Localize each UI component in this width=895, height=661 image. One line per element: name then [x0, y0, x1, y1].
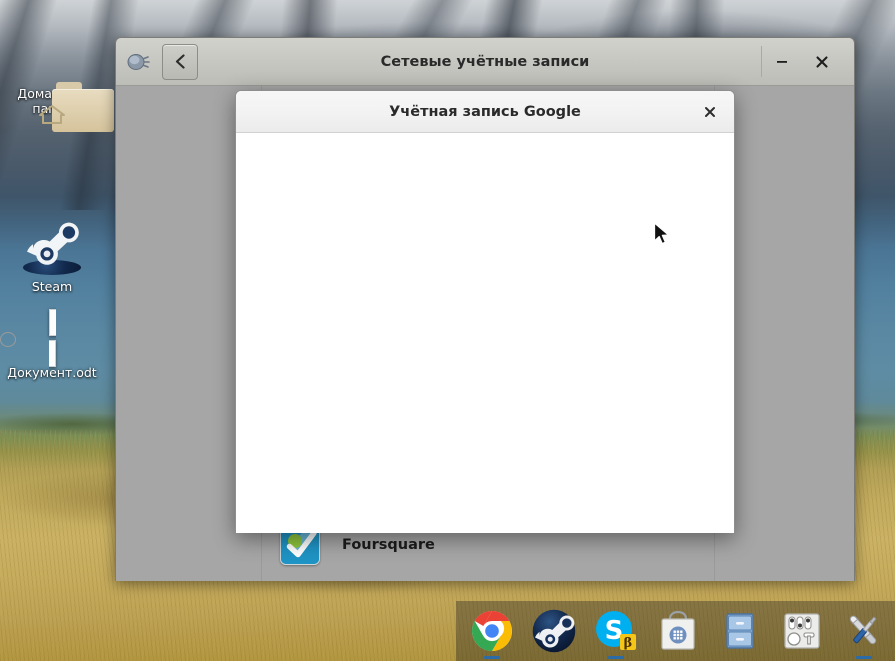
- window-controls: [761, 46, 854, 77]
- wrench-screwdriver-icon: [849, 615, 877, 645]
- dock-item-google-chrome[interactable]: [466, 605, 518, 657]
- window-title: Сетевые учётные записи: [380, 53, 590, 70]
- dock-item-software-center[interactable]: [652, 605, 704, 657]
- account-label: Foursquare: [342, 537, 435, 553]
- taskbar-dock: S β: [456, 601, 895, 661]
- desktop-icon-document[interactable]: Документ.odt: [0, 309, 104, 380]
- dock-item-files[interactable]: [714, 605, 766, 657]
- steam-valve-glyph: [27, 222, 79, 265]
- desktop-icon-steam[interactable]: Steam: [0, 214, 104, 294]
- close-icon: [816, 55, 828, 68]
- google-account-dialog: Учётная запись Google: [235, 90, 735, 533]
- minimize-button[interactable]: [762, 38, 802, 88]
- dock-item-skype[interactable]: S β: [590, 605, 642, 657]
- close-button[interactable]: [802, 39, 842, 85]
- control-panel-icon: [784, 613, 820, 649]
- dock-item-settings[interactable]: [776, 605, 828, 657]
- close-icon: [705, 106, 715, 117]
- svg-text:β: β: [624, 636, 633, 651]
- chevron-left-icon: [175, 54, 185, 69]
- desktop-icon-label: Документ.odt: [7, 365, 97, 380]
- file-cabinet-icon: [726, 613, 754, 649]
- house-glyph: [39, 105, 65, 124]
- titlebar-left-controls: [116, 43, 198, 80]
- software-center-icon: [661, 610, 695, 650]
- minimize-icon: [777, 60, 787, 63]
- desktop-icon-label: Steam: [31, 279, 73, 294]
- dialog-title: Учётная запись Google: [389, 103, 581, 120]
- network-plug-icon[interactable]: [125, 49, 151, 75]
- steam-icon: [0, 214, 104, 275]
- chrome-icon: [472, 611, 512, 651]
- dock-item-tools[interactable]: [838, 605, 890, 657]
- skype-beta-icon: S β: [596, 611, 636, 651]
- steam-icon: [532, 609, 576, 653]
- desktop-icon-home-folder[interactable]: Домашняяпапка: [0, 82, 114, 132]
- dialog-content-area[interactable]: [236, 133, 734, 533]
- odt-document-icon: [0, 309, 104, 367]
- dialog-titlebar[interactable]: Учётная запись Google: [236, 91, 734, 133]
- window-titlebar[interactable]: Сетевые учётные записи: [116, 38, 854, 86]
- dialog-close-button[interactable]: [700, 102, 720, 122]
- dock-item-steam[interactable]: [528, 605, 580, 657]
- back-button[interactable]: [162, 43, 198, 80]
- screen: Домашняяпапка Steam: [0, 0, 895, 661]
